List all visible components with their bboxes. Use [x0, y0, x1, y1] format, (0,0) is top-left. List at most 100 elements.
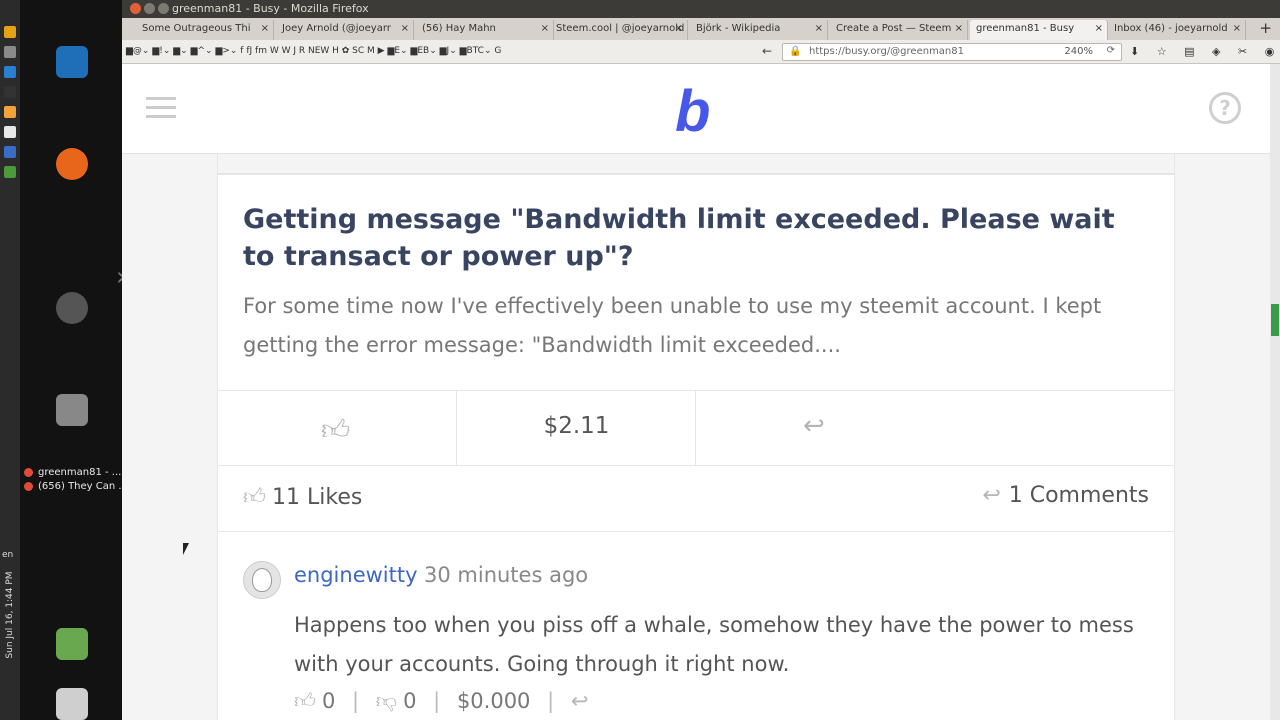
payout-cell[interactable]: $2.11 — [457, 391, 696, 465]
new-tab-button[interactable]: + — [1259, 19, 1272, 37]
taskbar-item[interactable]: (656) They Can ... — [24, 481, 128, 492]
url-text: https://busy.org/@greenman81 — [809, 46, 964, 57]
mouse-cursor — [183, 543, 189, 555]
system-clock[interactable]: Sun Jul 16, 1:44 PM — [5, 567, 15, 663]
help-icon[interactable]: ? — [1209, 92, 1241, 124]
bookmark-star-icon[interactable]: ☆ — [1157, 45, 1167, 58]
comment-upvote-icon[interactable]: 👍︎ — [294, 689, 316, 713]
busy-header: b ? — [122, 64, 1270, 154]
busy-page: b ? Getting message "Bandwidth limit exc… — [122, 64, 1270, 720]
comments-count[interactable]: ↩ 1 Comments — [982, 483, 1149, 508]
comment-upvotes: 0 — [321, 689, 336, 713]
post-card: Getting message "Bandwidth limit exceede… — [217, 174, 1175, 720]
reply-icon: ↩ — [803, 411, 825, 441]
likes-label: 11 Likes — [272, 485, 363, 510]
browser-tab[interactable]: Björk - Wikipedia × — [690, 20, 828, 40]
page-scrollbar[interactable] — [1270, 64, 1280, 720]
screenshot-icon[interactable]: ✂ — [1238, 45, 1247, 58]
browser-tab[interactable]: greenman81 - Busy × — [970, 20, 1108, 40]
browser-tab[interactable]: Steem.cool | @joeyarnold × — [550, 20, 688, 40]
browser-tab[interactable]: Inbox (46) - joeyarnold × — [1108, 20, 1246, 40]
likes-count[interactable]: 👍︎ 11 Likes — [243, 483, 362, 510]
browser-tab[interactable]: Create a Post — Steem × — [830, 20, 968, 40]
comment-downvote-icon[interactable]: 👎︎ — [376, 689, 397, 713]
library-icon[interactable]: ▤ — [1184, 45, 1194, 58]
post-payout: $2.11 — [543, 413, 610, 439]
browser-tab-label: Björk - Wikipedia — [696, 23, 781, 34]
ubuntu-icon[interactable] — [56, 292, 88, 324]
comment-actions: 👍︎ 0 | 👎︎ 0 | $0.000 | ↩ — [294, 688, 594, 714]
app-8-icon[interactable] — [4, 166, 16, 178]
tab-close-icon[interactable]: × — [541, 23, 549, 34]
zoom-level[interactable]: 240% — [1064, 46, 1093, 57]
browser-tab-label: Steem.cool | @joeyarnold — [556, 23, 685, 34]
files-icon[interactable] — [56, 394, 88, 426]
tab-close-icon[interactable]: × — [1233, 23, 1241, 34]
window-title-bar: greenman81 - Busy - Mozilla Firefox — [122, 0, 1280, 18]
tab-close-icon[interactable]: × — [1095, 23, 1103, 34]
taskbar-item-label: (656) They Can ... — [38, 481, 128, 492]
lock-icon: 🔒 — [789, 46, 802, 57]
comment-payout[interactable]: $0.000 — [457, 689, 530, 713]
tab-close-icon[interactable]: × — [955, 23, 963, 34]
post-title[interactable]: Getting message "Bandwidth limit exceede… — [243, 201, 1143, 275]
post-actions: 👍︎ $2.11 ↩ — [218, 390, 1174, 466]
bookmarks-toolbar[interactable]: ▆@⌄ ▆!⌄ ▆⌄ ▆^⌄ ▆>⌄ f fJ fm W W J R NEW H… — [126, 46, 501, 56]
url-bar[interactable]: 🔒 https://busy.org/@greenman81 240% ⟳ — [782, 43, 1122, 61]
shield-icon[interactable]: ◈ — [1212, 45, 1220, 58]
tab-close-icon[interactable]: × — [675, 23, 683, 34]
window-title: greenman81 - Busy - Mozilla Firefox — [172, 2, 369, 15]
tab-bar: + Some Outrageous Thi × Joey Arnold (@joey… — [122, 18, 1280, 40]
app-1-icon[interactable] — [4, 26, 16, 38]
reply-button[interactable]: ↩ — [696, 391, 936, 465]
browser-icon — [24, 481, 33, 491]
tab-close-icon[interactable]: × — [261, 23, 269, 34]
comment-reply-icon[interactable]: ↩ — [571, 689, 589, 713]
likes-thumb-icon: 👍︎ — [243, 485, 266, 510]
system-panel: en Sun Jul 16, 1:44 PM — [0, 0, 20, 720]
navigation-bar: ▆@⌄ ▆!⌄ ▆⌄ ▆^⌄ ▆>⌄ f fJ fm W W J R NEW H… — [122, 40, 1280, 64]
browser-tab-label: Create a Post — Steem — [836, 23, 952, 34]
workspace-icon[interactable] — [56, 628, 88, 660]
browser-tab[interactable]: Some Outrageous Thi × — [136, 20, 274, 40]
busy-logo[interactable]: b — [675, 78, 710, 145]
divider: | — [547, 689, 555, 713]
post-stats: 👍︎ 11 Likes ↩ 1 Comments — [218, 466, 1174, 532]
downloads-icon[interactable]: ⬇ — [1130, 45, 1139, 58]
app-6-icon[interactable] — [4, 126, 16, 138]
app-3-icon[interactable] — [4, 66, 16, 78]
browser-tab[interactable]: Joey Arnold (@joeyarr × — [276, 20, 414, 40]
tab-close-icon[interactable]: × — [401, 23, 409, 34]
comment-downvotes: 0 — [403, 689, 417, 713]
trash-icon[interactable] — [56, 688, 88, 720]
comments-reply-icon: ↩ — [982, 483, 1001, 508]
window-controls — [130, 3, 169, 14]
reload-icon[interactable]: ⟳ — [1107, 45, 1115, 56]
firefox-icon[interactable] — [56, 148, 88, 180]
app-2-icon[interactable] — [4, 46, 16, 58]
thumbs-up-icon: 👍︎ — [321, 413, 351, 446]
window-minimize-button[interactable] — [144, 3, 155, 14]
app-4-icon[interactable] — [4, 86, 16, 98]
window-maximize-button[interactable] — [158, 3, 169, 14]
like-button[interactable]: 👍︎ — [218, 391, 457, 465]
comment-author[interactable]: enginewitty — [294, 563, 418, 587]
back-button[interactable]: ← — [762, 44, 772, 58]
post-excerpt[interactable]: For some time now I've effectively been … — [243, 287, 1143, 365]
window-close-button[interactable] — [130, 3, 141, 14]
keyboard-language[interactable]: en — [2, 550, 13, 560]
browser-tab-label: Inbox (46) - joeyarnold — [1114, 23, 1228, 34]
tab-close-icon[interactable]: × — [815, 23, 823, 34]
comment-time[interactable]: 30 minutes ago — [424, 563, 588, 587]
comments-label: 1 Comments — [1008, 483, 1149, 508]
menu-icon[interactable] — [146, 97, 176, 124]
browser-tab[interactable]: (56) Hay Mahn × — [416, 20, 554, 40]
sync-icon[interactable]: ◉ — [1265, 45, 1275, 58]
avatar[interactable] — [243, 561, 281, 599]
libreoffice-writer-icon[interactable] — [56, 46, 88, 78]
app-7-icon[interactable] — [4, 146, 16, 158]
scrollbar-thumb[interactable] — [1271, 304, 1279, 336]
taskbar-item[interactable]: greenman81 - ... — [24, 467, 121, 478]
launcher: › greenman81 - ...(656) They Can ... — [20, 0, 128, 720]
app-5-icon[interactable] — [4, 106, 16, 118]
